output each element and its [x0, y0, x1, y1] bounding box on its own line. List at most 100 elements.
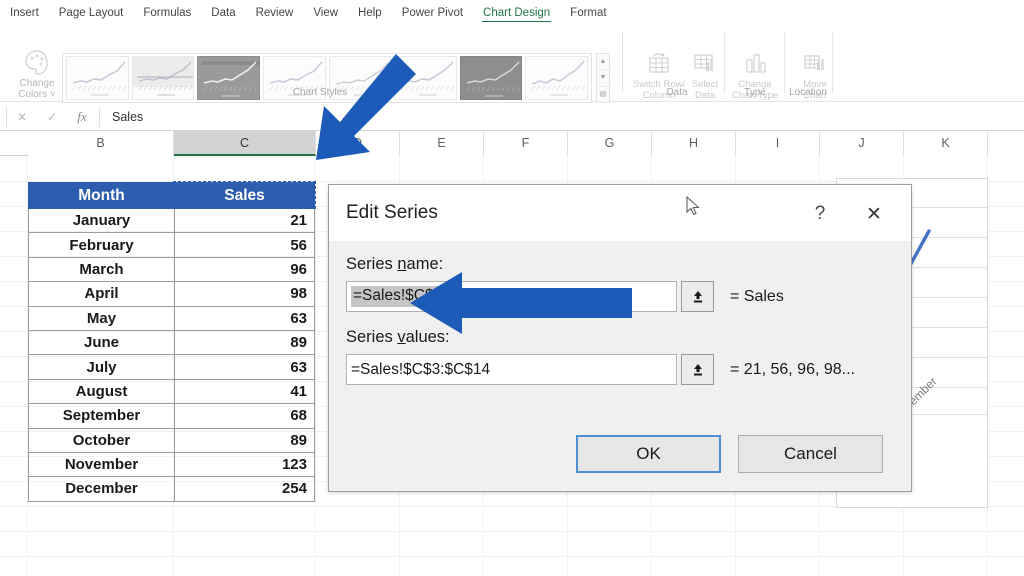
series-name-preview: = Sales — [730, 288, 784, 306]
cell-month[interactable]: December — [29, 477, 175, 501]
column-header-f[interactable]: F — [484, 131, 568, 156]
tab-format[interactable]: Format — [560, 0, 616, 26]
chart-style-thumb[interactable] — [66, 56, 129, 100]
table-row[interactable]: January 21 — [29, 209, 315, 233]
column-header-l[interactable] — [988, 131, 1024, 156]
gallery-scroll-down-icon[interactable]: ▼ — [597, 70, 609, 86]
group-label-data: Data — [630, 87, 724, 98]
palette-icon — [22, 48, 52, 76]
tab-data[interactable]: Data — [201, 0, 245, 26]
column-header-k[interactable]: K — [904, 131, 988, 156]
cell-sales[interactable]: 254 — [175, 477, 315, 501]
tab-help[interactable]: Help — [348, 0, 392, 26]
cell-month[interactable]: July — [29, 355, 175, 379]
column-header-h[interactable]: H — [652, 131, 736, 156]
change-colors-label-1: Change — [8, 78, 66, 89]
excel-window: Insert Page Layout Formulas Data Review … — [0, 0, 1024, 576]
cell-sales[interactable]: 89 — [175, 428, 315, 452]
header-month[interactable]: Month — [29, 183, 175, 209]
cell-sales[interactable]: 41 — [175, 379, 315, 403]
cell-month[interactable]: February — [29, 233, 175, 257]
column-header-b[interactable]: B — [28, 131, 174, 156]
column-header-g[interactable]: G — [568, 131, 652, 156]
chart-style-thumb[interactable] — [132, 56, 195, 100]
cell-sales[interactable]: 89 — [175, 330, 315, 354]
group-label-type: Type — [726, 87, 784, 98]
ribbon: Change Colors ˅ — [0, 26, 1024, 102]
cell-sales[interactable]: 123 — [175, 452, 315, 476]
table-row[interactable]: June 89 — [29, 330, 315, 354]
close-icon[interactable]: ✕ — [859, 199, 889, 229]
group-label-chart-styles: Chart Styles — [230, 87, 410, 98]
formula-input[interactable]: Sales — [108, 106, 1024, 128]
column-header-e[interactable]: E — [400, 131, 484, 156]
tab-view[interactable]: View — [303, 0, 348, 26]
chart-style-thumb[interactable] — [525, 56, 588, 100]
change-colors-label-2: Colors ˅ — [8, 89, 66, 100]
move-chart-icon — [786, 50, 844, 76]
tab-chart-design[interactable]: Chart Design — [473, 0, 560, 26]
tab-insert[interactable]: Insert — [0, 0, 49, 26]
cell-month[interactable]: November — [29, 452, 175, 476]
table-row[interactable]: September 68 — [29, 404, 315, 428]
group-label-location: Location — [784, 87, 832, 98]
dialog-title: Edit Series — [346, 202, 438, 224]
formula-enter-icon[interactable]: ✓ — [37, 106, 67, 128]
table-row[interactable]: March 96 — [29, 257, 315, 281]
cell-month[interactable]: August — [29, 379, 175, 403]
cell-month[interactable]: March — [29, 257, 175, 281]
table-row[interactable]: October 89 — [29, 428, 315, 452]
insert-function-icon[interactable]: fx — [67, 106, 97, 128]
cell-sales[interactable]: 63 — [175, 355, 315, 379]
cell-month[interactable]: January — [29, 209, 175, 233]
cell-month[interactable]: September — [29, 404, 175, 428]
cell-month[interactable]: April — [29, 282, 175, 306]
column-header-j[interactable]: J — [820, 131, 904, 156]
edit-series-dialog: Edit Series ? ✕ Series name: =Sales!$C$2… — [328, 184, 912, 492]
change-colors-button[interactable]: Change Colors ˅ — [8, 48, 66, 100]
collapse-dialog-icon[interactable] — [681, 281, 714, 312]
tab-review[interactable]: Review — [246, 0, 304, 26]
series-values-input[interactable]: =Sales!$C$3:$C$14 — [346, 354, 677, 385]
cell-sales[interactable]: 68 — [175, 404, 315, 428]
chart-style-thumb[interactable] — [460, 56, 523, 100]
ok-button[interactable]: OK — [576, 435, 721, 473]
table-row[interactable]: May 63 — [29, 306, 315, 330]
cancel-button[interactable]: Cancel — [738, 435, 883, 473]
change-chart-type-icon — [726, 50, 784, 76]
series-name-input[interactable]: =Sales!$C$2 — [346, 281, 677, 312]
table-row[interactable]: April 98 — [29, 282, 315, 306]
column-header-d[interactable]: D — [316, 131, 400, 156]
cell-month[interactable]: May — [29, 306, 175, 330]
cell-sales[interactable]: 56 — [175, 233, 315, 257]
data-table: Month Sales January 21 February 56 March… — [28, 182, 315, 502]
column-header-c[interactable]: C — [174, 131, 316, 156]
series-name-label: Series name: — [346, 255, 894, 274]
collapse-dialog-icon[interactable] — [681, 354, 714, 385]
tab-power-pivot[interactable]: Power Pivot — [392, 0, 473, 26]
column-header-row: B C D E F G H I J K — [0, 131, 1024, 156]
series-values-preview: = 21, 56, 96, 98... — [730, 361, 855, 379]
column-header-i[interactable]: I — [736, 131, 820, 156]
tab-formulas[interactable]: Formulas — [133, 0, 201, 26]
table-row[interactable]: November 123 — [29, 452, 315, 476]
table-row[interactable]: December 254 — [29, 477, 315, 501]
tab-page-layout[interactable]: Page Layout — [49, 0, 134, 26]
cell-sales[interactable]: 21 — [175, 209, 315, 233]
table-row[interactable]: July 63 — [29, 355, 315, 379]
header-sales[interactable]: Sales — [175, 183, 315, 209]
formula-bar: ✕ ✓ fx Sales — [0, 103, 1024, 131]
gallery-more-icon[interactable]: ▤ — [597, 87, 609, 102]
table-row[interactable]: February 56 — [29, 233, 315, 257]
cell-sales[interactable]: 98 — [175, 282, 315, 306]
table-row[interactable]: August 41 — [29, 379, 315, 403]
cell-sales[interactable]: 63 — [175, 306, 315, 330]
cell-month[interactable]: June — [29, 330, 175, 354]
series-values-value: =Sales!$C$3:$C$14 — [351, 361, 490, 379]
question-mark-icon[interactable]: ? — [805, 199, 835, 229]
formula-cancel-icon[interactable]: ✕ — [7, 106, 37, 128]
cell-sales[interactable]: 96 — [175, 257, 315, 281]
cell-month[interactable]: October — [29, 428, 175, 452]
gallery-scroll-up-icon[interactable]: ▲ — [597, 54, 609, 70]
gallery-scrollbar[interactable]: ▲ ▼ ▤ — [596, 53, 610, 103]
